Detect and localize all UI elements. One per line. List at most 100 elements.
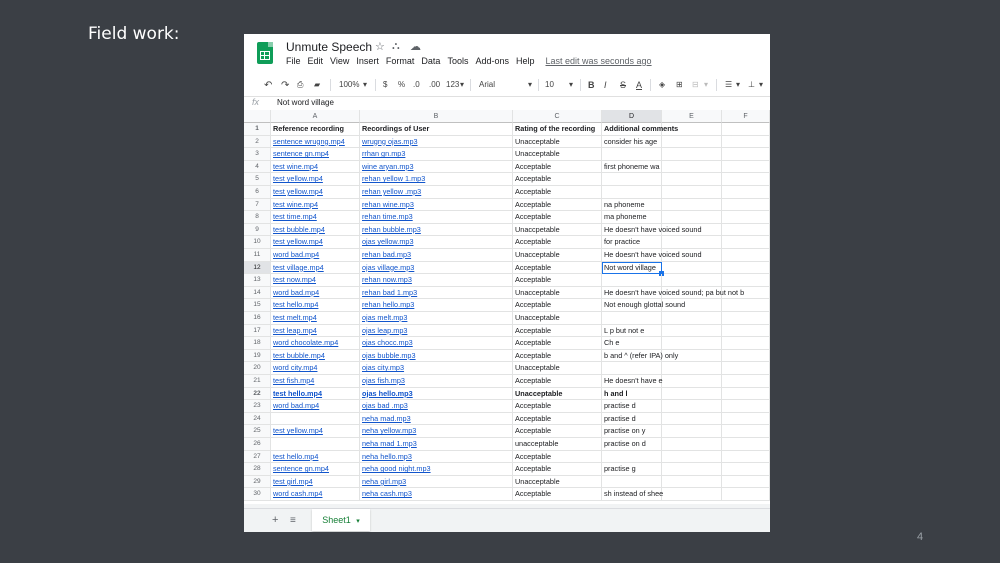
- cell-f[interactable]: [722, 438, 770, 451]
- column-header-c[interactable]: C: [513, 110, 602, 123]
- cell-a[interactable]: test hello.mp4: [271, 387, 360, 401]
- cell-d[interactable]: [602, 148, 662, 161]
- row-number[interactable]: 7: [244, 198, 271, 212]
- row-number[interactable]: 16: [244, 312, 271, 325]
- column-header-d[interactable]: D: [602, 110, 662, 123]
- cell-e[interactable]: [662, 425, 722, 438]
- cell-d[interactable]: ma phoneme: [602, 211, 662, 224]
- cell-f[interactable]: [722, 387, 770, 401]
- cell-b[interactable]: ojas village.mp3: [360, 261, 513, 275]
- cell-a[interactable]: word chocolate.mp4: [271, 337, 360, 350]
- cell-b[interactable]: ojas melt.mp3: [360, 312, 513, 325]
- cell-f[interactable]: [722, 312, 770, 325]
- cell-c[interactable]: Acceptable: [513, 463, 602, 476]
- file-link[interactable]: rehan yellow 1.mp3: [362, 174, 425, 183]
- cell-f[interactable]: [722, 400, 770, 413]
- file-link[interactable]: sentence wrugng.mp4: [273, 137, 345, 146]
- cell-a[interactable]: Reference recording: [271, 123, 360, 136]
- cell-f[interactable]: [722, 236, 770, 249]
- cell-f[interactable]: [722, 475, 770, 489]
- vertical-align-icon[interactable]: ⊥: [748, 80, 755, 89]
- cell-e[interactable]: [662, 450, 722, 464]
- row-number[interactable]: 4: [244, 160, 271, 174]
- row-number[interactable]: 18: [244, 337, 271, 350]
- cell-a[interactable]: word bad.mp4: [271, 400, 360, 413]
- last-edit-link[interactable]: Last edit was seconds ago: [546, 56, 652, 66]
- cloud-saved-icon[interactable]: ☁: [410, 40, 421, 53]
- cell-c[interactable]: Unacceptable: [513, 387, 602, 401]
- file-link[interactable]: rehan bubble.mp3: [362, 225, 421, 234]
- cell-b[interactable]: ojas bubble.mp3: [360, 349, 513, 363]
- cell-e[interactable]: [662, 148, 722, 161]
- row-number[interactable]: 20: [244, 362, 271, 375]
- cell-d[interactable]: He doesn't have voiced sound: [602, 223, 702, 237]
- doc-title[interactable]: Unmute Speech: [286, 40, 372, 54]
- cell-c[interactable]: Acceptable: [513, 160, 602, 174]
- row-number[interactable]: 22: [244, 387, 271, 401]
- cell-b[interactable]: rehan bad 1.mp3: [360, 286, 513, 300]
- cell-b[interactable]: rehan hello.mp3: [360, 299, 513, 312]
- cell-d[interactable]: na phoneme: [602, 198, 662, 212]
- cell-e[interactable]: [662, 312, 722, 325]
- cell-a[interactable]: test hello.mp4: [271, 450, 360, 464]
- row-number[interactable]: 3: [244, 148, 271, 161]
- cell-a[interactable]: test melt.mp4: [271, 312, 360, 325]
- row-number[interactable]: 21: [244, 375, 271, 388]
- cell-b[interactable]: ojas hello.mp3: [360, 387, 513, 401]
- cell-b[interactable]: ojas city.mp3: [360, 362, 513, 375]
- row-number[interactable]: 9: [244, 223, 271, 237]
- move-folder-icon[interactable]: ⛬: [392, 40, 400, 53]
- cell-f[interactable]: [722, 160, 770, 174]
- cell-b[interactable]: rehan now.mp3: [360, 274, 513, 287]
- file-link[interactable]: ojas hello.mp3: [362, 389, 413, 398]
- file-link[interactable]: ojas chocc.mp3: [362, 338, 413, 347]
- cell-b[interactable]: rehan bad.mp3: [360, 249, 513, 262]
- cell-f[interactable]: [722, 375, 770, 388]
- cell-a[interactable]: sentence gn.mp4: [271, 148, 360, 161]
- cell-a[interactable]: test fish.mp4: [271, 375, 360, 388]
- cell-c[interactable]: Unacceptable: [513, 249, 602, 262]
- file-link[interactable]: test now.mp4: [273, 275, 316, 284]
- cell-d[interactable]: [602, 450, 662, 464]
- row-number[interactable]: 6: [244, 186, 271, 199]
- cell-d[interactable]: practise on d: [602, 438, 662, 451]
- cell-c[interactable]: Unacceptable: [513, 286, 602, 300]
- file-link[interactable]: test leap.mp4: [273, 326, 317, 335]
- file-link[interactable]: ojas yellow.mp3: [362, 237, 414, 246]
- row-number[interactable]: 24: [244, 412, 271, 426]
- cell-e[interactable]: [662, 375, 722, 388]
- cell-f[interactable]: [722, 261, 770, 275]
- file-link[interactable]: test girl.mp4: [273, 477, 313, 486]
- cell-f[interactable]: [722, 274, 770, 287]
- cell-d[interactable]: He doesn't have e: [602, 375, 663, 388]
- file-link[interactable]: test yellow.mp4: [273, 187, 323, 196]
- column-header-e[interactable]: E: [662, 110, 722, 123]
- cell-c[interactable]: Acceptable: [513, 261, 602, 275]
- row-number[interactable]: 23: [244, 400, 271, 413]
- font-select[interactable]: Arial: [479, 80, 495, 89]
- cell-c[interactable]: Unacceptable: [513, 362, 602, 375]
- cell-d[interactable]: h and l: [602, 387, 662, 401]
- currency-format-button[interactable]: $: [383, 80, 387, 89]
- row-number[interactable]: 29: [244, 475, 271, 489]
- cell-a[interactable]: test yellow.mp4: [271, 186, 360, 199]
- file-link[interactable]: ojas fish.mp3: [362, 376, 405, 385]
- row-number[interactable]: 12: [244, 261, 271, 275]
- row-number[interactable]: 8: [244, 211, 271, 224]
- cell-d[interactable]: practise on y: [602, 425, 662, 438]
- file-link[interactable]: test hello.mp4: [273, 300, 318, 309]
- cell-d[interactable]: for practice: [602, 236, 662, 249]
- cell-b[interactable]: rrhan gn.mp3: [360, 148, 513, 161]
- cell-a[interactable]: test now.mp4: [271, 274, 360, 287]
- cell-c[interactable]: Acceptable: [513, 299, 602, 312]
- cell-a[interactable]: test wine.mp4: [271, 160, 360, 174]
- cell-c[interactable]: Acceptable: [513, 337, 602, 350]
- file-link[interactable]: test yellow.mp4: [273, 237, 323, 246]
- cell-e[interactable]: [662, 400, 722, 413]
- cell-e[interactable]: [662, 412, 722, 426]
- cell-b[interactable]: ojas yellow.mp3: [360, 236, 513, 249]
- cell-e[interactable]: [662, 438, 722, 451]
- cell-b[interactable]: wrugng ojas.mp3: [360, 135, 513, 149]
- cell-c[interactable]: unacceptable: [513, 438, 602, 451]
- menu-data[interactable]: Data: [421, 56, 440, 66]
